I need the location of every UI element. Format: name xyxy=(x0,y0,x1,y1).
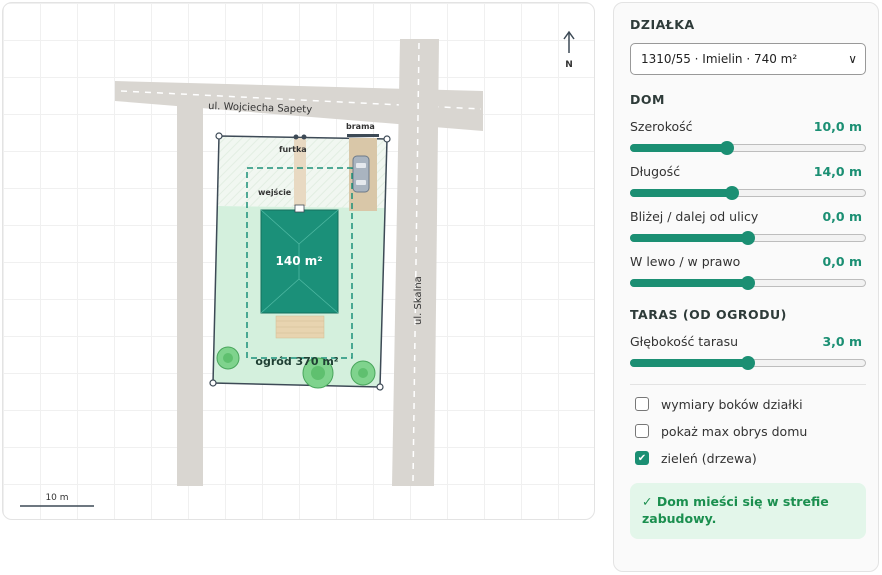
slider-length: Długość 14,0 m xyxy=(630,164,866,200)
slider-track[interactable] xyxy=(630,356,866,370)
checkbox[interactable] xyxy=(635,397,649,411)
plot-map-svg: ul. Wojciecha Sapety ul. Skalna brama fu… xyxy=(20,30,575,507)
slider-label: W lewo / w prawo xyxy=(630,254,741,269)
tree-icon xyxy=(311,366,325,380)
slider-label: Szerokość xyxy=(630,119,693,134)
slider-fill xyxy=(630,144,726,152)
slider-handle[interactable] xyxy=(719,141,734,155)
entrance-label: wejście xyxy=(258,187,292,197)
garden-label: ogród 370 m² xyxy=(255,355,338,368)
slider-value: 0,0 m xyxy=(822,254,862,269)
slider-left-right: W lewo / w prawo 0,0 m xyxy=(630,254,866,290)
slider-width: Szerokość 10,0 m xyxy=(630,119,866,155)
checkbox-label: zieleń (drzewa) xyxy=(661,450,757,466)
status-message: ✓ Dom mieści się w strefie zabudowy. xyxy=(630,483,866,539)
gate-bar xyxy=(347,134,379,137)
wicket-post-right xyxy=(301,134,307,140)
plot-map-canvas[interactable]: ul. Wojciecha Sapety ul. Skalna brama fu… xyxy=(2,2,595,520)
tree-icon xyxy=(358,368,368,378)
slider-fill xyxy=(630,279,747,287)
car-window xyxy=(356,180,366,185)
north-label: N xyxy=(565,60,573,70)
street-top-label: ul. Wojciecha Sapety xyxy=(208,101,312,116)
slider-handle[interactable] xyxy=(741,276,755,290)
slider-label: Bliżej / dalej od ulicy xyxy=(630,209,759,224)
plot-corner-handle[interactable] xyxy=(215,132,223,140)
slider-track[interactable] xyxy=(630,231,866,245)
entrance-door xyxy=(294,204,305,213)
house-section-title: DOM xyxy=(630,92,665,107)
slider-handle[interactable] xyxy=(741,231,755,245)
checkbox-max-outline[interactable]: pokaż max obrys domu xyxy=(630,423,862,439)
divider xyxy=(630,384,866,385)
chevron-down-icon: ∨ xyxy=(848,52,857,66)
slider-distance-street: Bliżej / dalej od ulicy 0,0 m xyxy=(630,209,866,245)
tree-icon xyxy=(223,353,233,363)
checkbox-plot-dimensions[interactable]: wymiary boków działki xyxy=(630,396,862,412)
car-window xyxy=(356,163,366,168)
house-area-label: 140 m² xyxy=(276,254,323,268)
slider-label: Głębokość tarasu xyxy=(630,334,739,349)
plot-corner-handle[interactable] xyxy=(376,383,384,391)
slider-value: 3,0 m xyxy=(822,334,862,349)
wicket-post-left xyxy=(293,134,299,140)
scale-label: 10 m xyxy=(45,493,68,503)
slider-handle[interactable] xyxy=(724,186,739,200)
slider-label: Długość xyxy=(630,164,681,179)
checkbox-label: wymiary boków działki xyxy=(661,396,803,412)
checkbox-label: pokaż max obrys domu xyxy=(661,423,808,439)
street-right-label: ul. Skalna xyxy=(413,276,424,325)
plot-select-value: 1310/55 · Imielin · 740 m² xyxy=(641,52,798,66)
slider-handle[interactable] xyxy=(741,356,755,370)
checkbox[interactable]: ✔ xyxy=(635,451,649,465)
plot-select[interactable]: 1310/55 · Imielin · 740 m² ∨ xyxy=(630,43,866,75)
wicket-label: furtka xyxy=(279,145,307,154)
terrace-section-title: TARAS (OD OGRODU) xyxy=(630,307,787,322)
slider-fill xyxy=(630,359,747,367)
slider-value: 10,0 m xyxy=(813,119,862,134)
road-left xyxy=(177,103,203,486)
checkbox-greenery[interactable]: ✔ zieleń (drzewa) xyxy=(630,450,862,466)
slider-track[interactable] xyxy=(630,276,866,290)
checkbox[interactable] xyxy=(635,424,649,438)
plot-corner-handle[interactable] xyxy=(383,135,391,143)
slider-value: 0,0 m xyxy=(822,209,862,224)
slider-value: 14,0 m xyxy=(813,164,862,179)
slider-terrace-depth: Głębokość tarasu 3,0 m xyxy=(630,334,866,370)
slider-fill xyxy=(630,189,731,197)
car-icon xyxy=(352,155,370,193)
settings-panel: DZIAŁKA 1310/55 · Imielin · 740 m² ∨ DOM… xyxy=(613,2,879,572)
plot-corner-handle[interactable] xyxy=(209,379,217,387)
plot-section-title: DZIAŁKA xyxy=(630,17,695,32)
slider-track[interactable] xyxy=(630,186,866,200)
slider-track[interactable] xyxy=(630,141,866,155)
gate-label: brama xyxy=(346,122,375,131)
slider-fill xyxy=(630,234,747,242)
